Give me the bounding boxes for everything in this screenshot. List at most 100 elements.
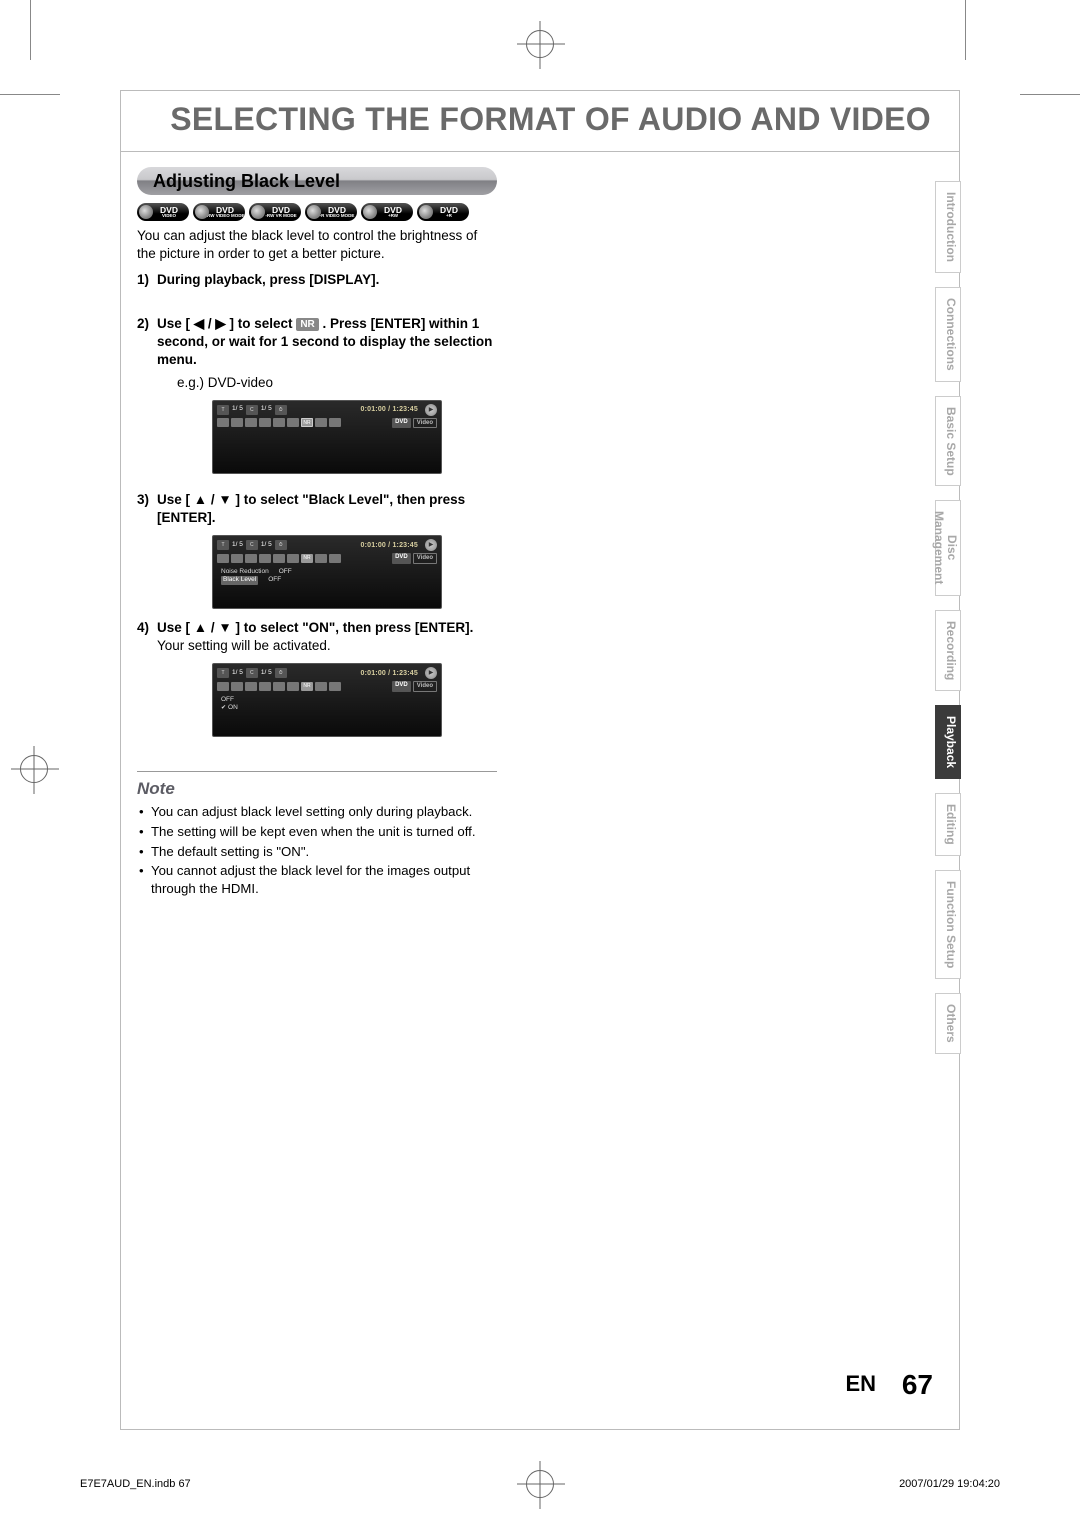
step-1: 1) During playback, press [DISPLAY]. [137,271,497,289]
dvd-tag: DVD [392,553,411,563]
footer-meta-left: E7E7AUD_EN.indb 67 [80,1478,191,1490]
title-icon: T [217,540,229,550]
osd-menu-list: Noise ReductionOFFBlack LevelOFF [213,566,441,588]
title-icon: T [217,405,229,415]
osd-preview-1: T 1/ 5 C 1/ 5 ⏱ 0:01:00 / 1:23:45 ▶ NR [212,400,442,474]
osd-menu-item: OFF [221,696,433,705]
step-text: Use [ ▲ / ▼ ] to select "Black Level", t… [157,491,497,527]
title-icon: T [217,668,229,678]
play-status-icon: ▶ [425,539,437,551]
side-tab-connections[interactable]: Connections [935,287,961,382]
osd-mini-icon [231,418,243,427]
step-number: 3) [137,491,157,509]
osd-mini-icon [287,418,299,427]
disc-badge: DVDVIDEO [137,203,189,221]
nr-mini-icon: NR [301,682,313,691]
nr-mini-icon: NR [301,418,313,427]
page-number: EN 67 [846,1369,934,1401]
side-tab-function-setup[interactable]: Function Setup [935,870,961,979]
disc-badge-row: DVDVIDEODVD-RW VIDEO MODEDVD-RW VR MODED… [137,203,469,221]
dvd-tag: DVD [392,681,411,691]
osd-time: 0:01:00 / 1:23:45 [361,405,419,414]
osd-chapter-pos: 1/ 5 [261,669,272,678]
osd-preview-2: T 1/ 5 C 1/ 5 ⏱ 0:01:00 / 1:23:45 ▶ NR D… [212,535,442,609]
note-list: You can adjust black level setting only … [139,803,497,900]
page-frame: SELECTING THE FORMAT OF AUDIO AND VIDEO … [120,90,960,1430]
step-example: e.g.) DVD-video [177,374,497,392]
osd-chapter-pos: 1/ 5 [261,541,272,550]
step-3: 3) Use [ ▲ / ▼ ] to select "Black Level"… [137,491,497,609]
note-title: Note [137,779,175,799]
osd-menu-item: Black LevelOFF [221,576,433,585]
disc-badge: DVD+R [417,203,469,221]
osd-title-pos: 1/ 5 [232,541,243,550]
video-tag: Video [413,553,437,563]
crop-mark [0,94,60,95]
chapter-icon: C [246,405,258,415]
chapter-icon: C [246,668,258,678]
crop-mark [30,0,31,60]
note-item: The default setting is "ON". [139,843,497,861]
page-lang: EN [846,1371,877,1396]
side-tab-basic-setup[interactable]: Basic Setup [935,396,961,487]
osd-mini-icon [259,418,271,427]
section-header: Adjusting Black Level [137,167,497,195]
step-2: 2) Use [ ◀ / ▶ ] to select NR . Press [E… [137,315,497,474]
osd-mini-icon [315,418,327,427]
crop-mark [965,0,966,60]
osd-preview-3: T 1/ 5 C 1/ 5 ⏱ 0:01:00 / 1:23:45 ▶ NR D… [212,663,442,737]
osd-menu-item: ON [221,704,433,713]
intro-text: You can adjust the black level to contro… [137,227,497,263]
footer-meta-right: 2007/01/29 19:04:20 [899,1478,1000,1490]
disc-badge: DVD+RW [361,203,413,221]
note-rule [137,771,497,772]
osd-time: 0:01:00 / 1:23:45 [361,541,419,550]
side-tabs: Introduction Connections Basic Setup DiscMa… [935,181,961,1054]
step-text: Use [ ▲ / ▼ ] to select "ON", then press… [157,620,473,635]
step-text-pre: Use [ ◀ / ▶ ] to select [157,316,296,331]
step-text: During playback, press [DISPLAY]. [157,271,497,289]
osd-mini-icon [217,418,229,427]
step-subtext: Your setting will be activated. [157,638,331,653]
side-tab-introduction[interactable]: Introduction [935,181,961,273]
step-number: 4) [137,619,157,637]
note-item: You can adjust black level setting only … [139,803,497,821]
note-item: You cannot adjust the black level for th… [139,862,497,898]
video-tag: Video [413,681,437,691]
registration-mark-icon [20,755,48,783]
osd-mini-icon [245,418,257,427]
osd-mini-icon [273,418,285,427]
side-tab-playback[interactable]: Playback [935,705,961,779]
nr-icon: NR [296,318,318,332]
play-status-icon: ▶ [425,404,437,416]
dvd-tag: DVD [392,418,411,428]
page-num: 67 [902,1369,933,1400]
osd-title-pos: 1/ 5 [232,669,243,678]
disc-badge: DVD-R VIDEO MODE [305,203,357,221]
disc-badge: DVD-RW VR MODE [249,203,301,221]
osd-title-pos: 1/ 5 [232,405,243,414]
osd-menu-item: Noise ReductionOFF [221,568,433,577]
step-4: 4) Use [ ▲ / ▼ ] to select "ON", then pr… [137,619,497,737]
registration-mark-icon [526,1470,554,1498]
nr-mini-icon: NR [301,554,313,563]
note-item: The setting will be kept even when the u… [139,823,497,841]
page-title: SELECTING THE FORMAT OF AUDIO AND VIDEO [170,101,931,138]
crop-mark [1020,94,1080,95]
side-tab-others[interactable]: Others [935,993,961,1054]
play-status-icon: ▶ [425,667,437,679]
registration-mark-icon [526,30,554,58]
osd-mini-icon [329,418,341,427]
chapter-icon: C [246,540,258,550]
osd-menu-list: OFFON [213,694,441,716]
side-tab-editing[interactable]: Editing [935,793,961,856]
clock-icon: ⏱ [275,668,287,678]
disc-badge: DVD-RW VIDEO MODE [193,203,245,221]
clock-icon: ⏱ [275,540,287,550]
video-tag: Video [413,418,437,428]
side-tab-disc-management[interactable]: DiscManagement [935,500,961,595]
title-rule [121,151,959,152]
side-tab-recording[interactable]: Recording [935,610,961,691]
step-number: 1) [137,271,157,289]
osd-time: 0:01:00 / 1:23:45 [361,669,419,678]
